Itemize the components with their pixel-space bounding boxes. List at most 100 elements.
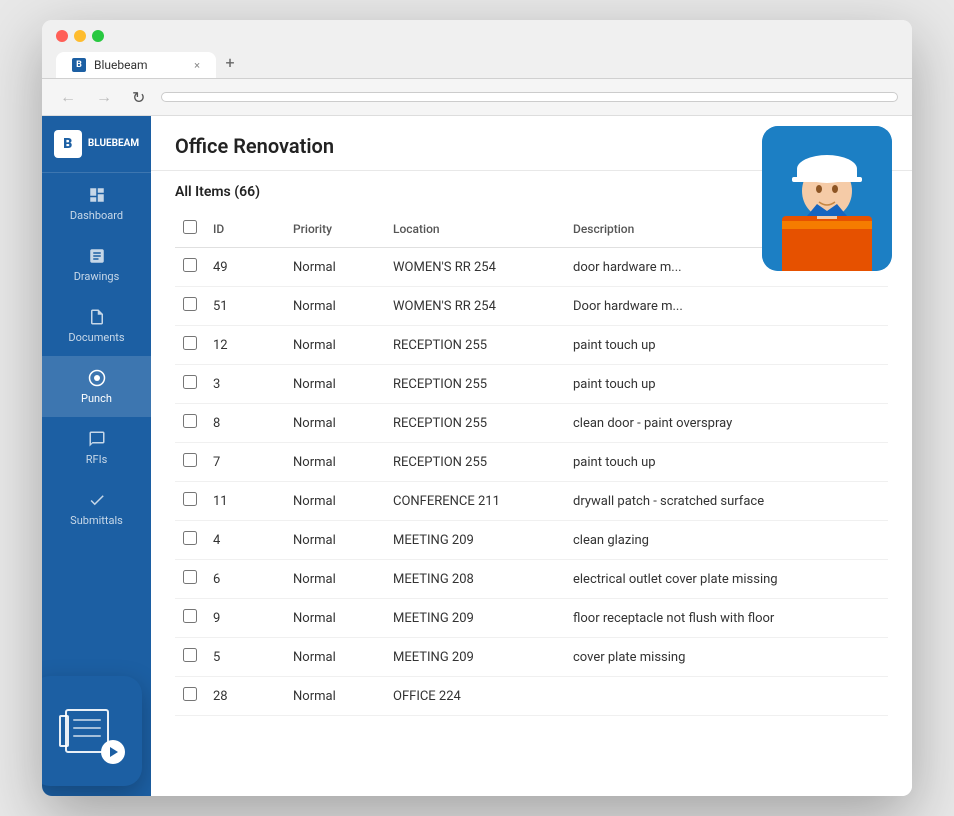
row-description: paint touch up bbox=[565, 365, 888, 404]
row-checkbox-cell[interactable] bbox=[175, 326, 205, 365]
table-row[interactable]: 6 Normal MEETING 208 electrical outlet c… bbox=[175, 560, 888, 599]
row-id: 6 bbox=[205, 560, 285, 599]
row-priority: Normal bbox=[285, 560, 385, 599]
sidebar-item-documents[interactable]: Documents bbox=[42, 295, 151, 356]
row-checkbox-cell[interactable] bbox=[175, 404, 205, 443]
row-priority: Normal bbox=[285, 326, 385, 365]
row-id: 49 bbox=[205, 248, 285, 287]
row-location: RECEPTION 255 bbox=[385, 404, 565, 443]
table-row[interactable]: 51 Normal WOMEN'S RR 254 Door hardware m… bbox=[175, 287, 888, 326]
sidebar-item-dashboard[interactable]: Dashboard bbox=[42, 173, 151, 234]
rfis-icon bbox=[87, 429, 107, 449]
nav-refresh-button[interactable]: ↻ bbox=[128, 86, 149, 109]
sidebar-item-drawings[interactable]: Drawings bbox=[42, 234, 151, 295]
row-id: 4 bbox=[205, 521, 285, 560]
row-checkbox[interactable] bbox=[183, 609, 197, 623]
widget-icon bbox=[57, 706, 117, 756]
sidebar-label-drawings: Drawings bbox=[74, 270, 120, 283]
row-priority: Normal bbox=[285, 482, 385, 521]
row-location: WOMEN'S RR 254 bbox=[385, 287, 565, 326]
table-row[interactable]: 4 Normal MEETING 209 clean glazing bbox=[175, 521, 888, 560]
table-row[interactable]: 12 Normal RECEPTION 255 paint touch up bbox=[175, 326, 888, 365]
col-header-priority: Priority bbox=[285, 210, 385, 248]
table-row[interactable]: 7 Normal RECEPTION 255 paint touch up bbox=[175, 443, 888, 482]
browser-chrome: B Bluebeam × + bbox=[42, 20, 912, 79]
floating-avatar bbox=[762, 126, 892, 271]
row-checkbox[interactable] bbox=[183, 336, 197, 350]
row-location: RECEPTION 255 bbox=[385, 443, 565, 482]
row-id: 7 bbox=[205, 443, 285, 482]
row-priority: Normal bbox=[285, 287, 385, 326]
row-checkbox[interactable] bbox=[183, 258, 197, 272]
row-priority: Normal bbox=[285, 248, 385, 287]
row-checkbox-cell[interactable] bbox=[175, 248, 205, 287]
row-checkbox[interactable] bbox=[183, 687, 197, 701]
dashboard-icon bbox=[87, 185, 107, 205]
row-checkbox-cell[interactable] bbox=[175, 599, 205, 638]
maximize-dot[interactable] bbox=[92, 30, 104, 42]
col-checkbox bbox=[175, 210, 205, 248]
items-table: ID Priority Location Description 49 Norm… bbox=[175, 210, 888, 716]
table-row[interactable]: 8 Normal RECEPTION 255 clean door - pain… bbox=[175, 404, 888, 443]
row-description bbox=[565, 677, 888, 716]
nav-forward-button[interactable]: → bbox=[92, 85, 116, 109]
row-checkbox-cell[interactable] bbox=[175, 287, 205, 326]
row-checkbox[interactable] bbox=[183, 453, 197, 467]
new-tab-button[interactable]: + bbox=[218, 50, 242, 74]
minimize-dot[interactable] bbox=[74, 30, 86, 42]
row-checkbox[interactable] bbox=[183, 648, 197, 662]
row-id: 28 bbox=[205, 677, 285, 716]
table-row[interactable]: 3 Normal RECEPTION 255 paint touch up bbox=[175, 365, 888, 404]
row-checkbox[interactable] bbox=[183, 570, 197, 584]
row-checkbox-cell[interactable] bbox=[175, 443, 205, 482]
row-description: paint touch up bbox=[565, 443, 888, 482]
tab-close-button[interactable]: × bbox=[194, 59, 200, 72]
file-activity-widget[interactable] bbox=[42, 676, 142, 786]
logo-icon: B bbox=[54, 130, 82, 158]
sidebar-logo: B BLUEBEAM bbox=[42, 116, 151, 173]
row-checkbox-cell[interactable] bbox=[175, 638, 205, 677]
table-row[interactable]: 5 Normal MEETING 209 cover plate missing bbox=[175, 638, 888, 677]
table-row[interactable]: 9 Normal MEETING 209 floor receptacle no… bbox=[175, 599, 888, 638]
row-checkbox[interactable] bbox=[183, 297, 197, 311]
row-id: 12 bbox=[205, 326, 285, 365]
submittals-icon bbox=[87, 490, 107, 510]
row-checkbox-cell[interactable] bbox=[175, 677, 205, 716]
sidebar-item-rfis[interactable]: RFIs bbox=[42, 417, 151, 478]
row-checkbox-cell[interactable] bbox=[175, 560, 205, 599]
row-location: CONFERENCE 211 bbox=[385, 482, 565, 521]
browser-dots bbox=[56, 30, 898, 42]
active-tab[interactable]: B Bluebeam × bbox=[56, 52, 216, 78]
select-all-checkbox[interactable] bbox=[183, 220, 197, 234]
row-id: 3 bbox=[205, 365, 285, 404]
row-priority: Normal bbox=[285, 443, 385, 482]
row-checkbox[interactable] bbox=[183, 414, 197, 428]
sidebar-item-submittals[interactable]: Submittals bbox=[42, 478, 151, 539]
row-description: clean glazing bbox=[565, 521, 888, 560]
sidebar-item-punch[interactable]: Punch bbox=[42, 356, 151, 417]
sidebar-label-rfis: RFIs bbox=[86, 453, 108, 466]
address-bar[interactable] bbox=[161, 92, 898, 102]
row-description: cover plate missing bbox=[565, 638, 888, 677]
row-checkbox[interactable] bbox=[183, 492, 197, 506]
row-location: MEETING 209 bbox=[385, 638, 565, 677]
row-location: RECEPTION 255 bbox=[385, 326, 565, 365]
row-id: 8 bbox=[205, 404, 285, 443]
row-checkbox[interactable] bbox=[183, 375, 197, 389]
play-triangle bbox=[110, 747, 118, 757]
table-container[interactable]: ID Priority Location Description 49 Norm… bbox=[151, 210, 912, 796]
browser-window: B Bluebeam × + ← → ↻ B BLUEBEAM Dashboar… bbox=[42, 20, 912, 796]
row-location: MEETING 208 bbox=[385, 560, 565, 599]
row-checkbox-cell[interactable] bbox=[175, 521, 205, 560]
row-checkbox-cell[interactable] bbox=[175, 482, 205, 521]
close-dot[interactable] bbox=[56, 30, 68, 42]
row-checkbox-cell[interactable] bbox=[175, 365, 205, 404]
avatar-svg bbox=[762, 126, 892, 271]
table-row[interactable]: 28 Normal OFFICE 224 bbox=[175, 677, 888, 716]
nav-back-button[interactable]: ← bbox=[56, 85, 80, 109]
documents-icon bbox=[87, 307, 107, 327]
table-row[interactable]: 11 Normal CONFERENCE 211 drywall patch -… bbox=[175, 482, 888, 521]
tab-favicon: B bbox=[72, 58, 86, 72]
row-checkbox[interactable] bbox=[183, 531, 197, 545]
app-layout: B BLUEBEAM Dashboard Drawings Docume bbox=[42, 116, 912, 796]
